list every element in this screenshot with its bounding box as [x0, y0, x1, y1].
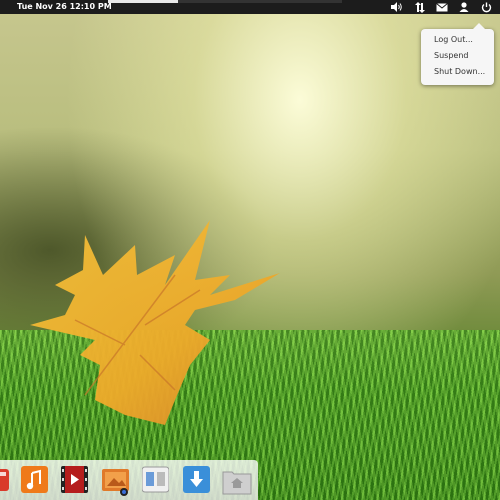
partial-app-icon[interactable] [0, 466, 12, 493]
window-manager-icon[interactable] [141, 466, 170, 493]
power-icon[interactable] [479, 1, 493, 13]
video-app-icon[interactable] [61, 466, 88, 493]
photos-app-icon[interactable] [102, 466, 129, 496]
user-icon[interactable] [457, 1, 471, 13]
volume-icon[interactable] [389, 1, 403, 13]
mail-icon[interactable] [435, 1, 449, 13]
top-panel: Tue Nov 26 12:10 PM [0, 0, 500, 14]
download-app-icon[interactable] [183, 466, 210, 493]
home-folder-icon[interactable] [222, 466, 252, 495]
menu-item-suspend[interactable]: Suspend [434, 51, 468, 61]
wallpaper-leaf [30, 220, 280, 425]
network-icon[interactable] [413, 1, 427, 13]
session-menu: Log Out... Suspend Shut Down... [421, 23, 494, 85]
music-app-icon[interactable] [21, 466, 48, 493]
panel-clock[interactable]: Tue Nov 26 12:10 PM [17, 1, 112, 13]
dock [0, 460, 258, 500]
panel-progress-fill [108, 0, 179, 3]
menu-item-log-out[interactable]: Log Out... [434, 35, 473, 45]
panel-progress-bar [108, 0, 342, 3]
menu-item-shut-down[interactable]: Shut Down... [434, 67, 485, 77]
